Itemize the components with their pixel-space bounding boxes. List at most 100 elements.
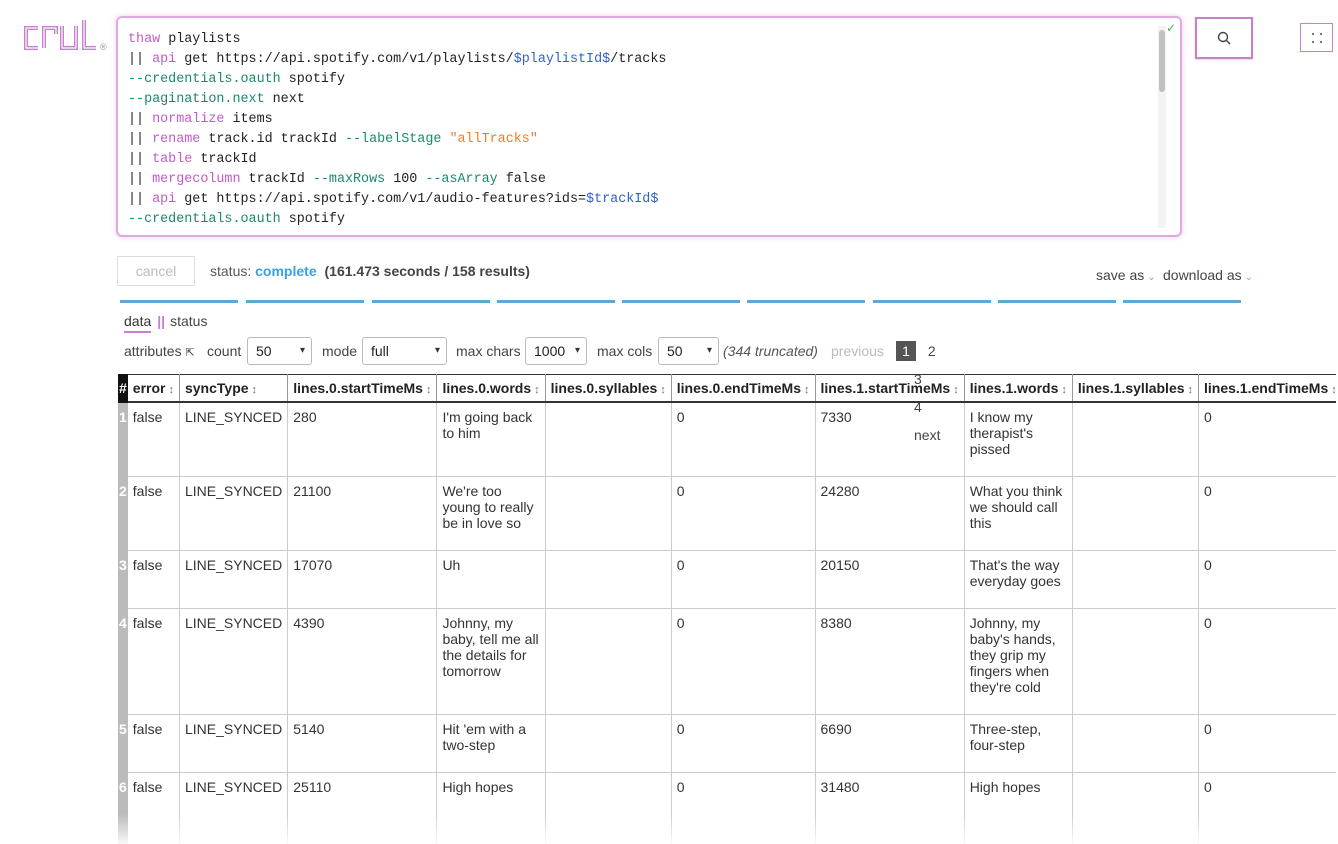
code-token: next — [264, 92, 305, 107]
layout-toggle-button[interactable] — [1300, 23, 1333, 52]
stage-segment — [246, 300, 364, 303]
table-cell: 0 — [1198, 401, 1336, 477]
sort-icon[interactable]: ↕ — [168, 384, 174, 396]
page-link-active[interactable]: 1 — [896, 341, 916, 361]
crul-logo: ® — [22, 18, 112, 58]
column-header[interactable]: lines.0.syllables ↕ — [544, 374, 672, 403]
column-header[interactable]: lines.0.words ↕ — [436, 374, 546, 403]
max-cols-select[interactable]: 50 ▾ — [658, 337, 719, 365]
table-cell: Johnny, my baby's hands, they grip my fi… — [963, 607, 1073, 715]
save-as-label: save as — [1096, 267, 1145, 283]
attributes-toggle[interactable]: attributes ⇱ — [124, 337, 195, 365]
count-select[interactable]: 50 ▾ — [247, 337, 312, 365]
tab-status[interactable]: status — [170, 313, 207, 329]
table-cell: We're too young to really be in love so — [436, 475, 546, 551]
max-cols-value: 50 — [667, 343, 683, 359]
stage-segment — [497, 300, 615, 303]
code-token: thaw — [128, 32, 161, 47]
run-search-button[interactable] — [1195, 17, 1253, 59]
table-cell: false — [126, 549, 180, 609]
query-editor[interactable]: thaw playlists || api get https://api.spo… — [116, 16, 1182, 237]
tab-data[interactable]: data — [124, 313, 152, 333]
sort-icon[interactable]: ↕ — [804, 384, 810, 396]
max-chars-label: max chars — [456, 343, 521, 359]
table-cell: 0 — [670, 607, 816, 715]
previous-page-link[interactable]: previous — [831, 337, 884, 365]
code-token: --labelStage — [344, 132, 442, 147]
column-header[interactable]: lines.0.startTimeMs ↕ — [287, 374, 438, 403]
table-row[interactable]: 4 false LINE_SYNCED 4390 Johnny, my baby, te… — [118, 607, 1336, 715]
max-chars-value: 1000 — [534, 343, 566, 359]
code-line[interactable]: --credentials.oauth spotify — [128, 70, 666, 90]
table-cell: High hopes — [436, 771, 546, 844]
table-cell: LINE_SYNCED — [178, 475, 289, 551]
status-line: status: complete (161.473 seconds / 158 … — [210, 263, 530, 279]
column-header[interactable]: lines.1.syllables ↕ — [1071, 374, 1200, 403]
mode-select[interactable]: full ▾ — [362, 337, 447, 365]
sort-icon[interactable]: ↕ — [953, 384, 959, 396]
row-index: 1 — [118, 401, 128, 477]
column-header[interactable]: lines.1.words ↕ — [963, 374, 1073, 403]
code-token: api — [152, 52, 177, 67]
table-row[interactable]: 1 false LINE_SYNCED 280 I'm going back to hi… — [118, 401, 1336, 477]
save-as-dropdown[interactable]: save as ⌄ — [1096, 267, 1156, 283]
table-cell: 0 — [1198, 771, 1336, 844]
table-cell: 5140 — [287, 713, 438, 773]
table-cell: false — [126, 475, 180, 551]
code-token: spotify — [280, 72, 345, 87]
sort-icon[interactable]: ↕ — [1061, 384, 1067, 396]
sort-icon[interactable]: ↕ — [1188, 384, 1194, 396]
sort-icon[interactable]: ↕ — [252, 384, 258, 396]
code-token: api — [152, 192, 177, 207]
code-line[interactable]: || normalize items — [128, 110, 666, 130]
table-cell — [1071, 607, 1200, 715]
code-line[interactable]: || table trackId — [128, 150, 666, 170]
code-token: /tracks — [610, 52, 667, 67]
column-header[interactable]: lines.1.endTimeMs↕ — [1198, 374, 1336, 403]
table-cell: false — [126, 713, 180, 773]
max-chars-select[interactable]: 1000 ▾ — [525, 337, 587, 365]
table-row[interactable]: 3 false LINE_SYNCED 17070 Uh 0 20150 That's the… — [118, 549, 1336, 609]
table-row[interactable]: 6 false LINE_SYNCED 25110 High hopes 0 31480 Hi… — [118, 771, 1336, 844]
row-index: 4 — [118, 607, 128, 715]
cancel-button[interactable]: cancel — [117, 256, 195, 286]
chevron-down-icon: ▾ — [434, 345, 440, 356]
column-header[interactable]: error ↕ — [126, 374, 180, 403]
code-line[interactable]: thaw playlists — [128, 30, 666, 50]
table-cell: I'm going back to him — [436, 401, 546, 477]
code-line[interactable]: --credentials.oauth spotify — [128, 210, 666, 230]
sort-icon[interactable]: ↕ — [426, 384, 432, 396]
table-cell — [544, 475, 672, 551]
results-table-container[interactable]: # error ↕ syncType ↕ lines.0.startTimeMs ↕ line… — [118, 374, 1336, 844]
code-token: playlists — [160, 32, 241, 47]
code-line[interactable]: --pagination.next next — [128, 90, 666, 110]
sort-icon[interactable]: ↕ — [1331, 384, 1336, 396]
table-row[interactable]: 2 false LINE_SYNCED 21100 We're too young to… — [118, 475, 1336, 551]
code-line[interactable]: || rename track.id trackId --labelStage … — [128, 130, 666, 150]
page-link[interactable]: 2 — [928, 343, 936, 359]
sort-icon[interactable]: ↕ — [660, 384, 666, 396]
column-header-label: lines.1.endTimeMs — [1204, 380, 1329, 396]
column-header-label: lines.0.endTimeMs — [676, 380, 801, 396]
column-header[interactable]: lines.1.startTimeMs ↕ — [814, 374, 965, 403]
result-tabs: data || status — [124, 313, 207, 333]
download-as-dropdown[interactable]: download as ⌄ — [1163, 267, 1253, 283]
code-line[interactable]: || api get https://api.spotify.com/v1/au… — [128, 190, 666, 210]
query-code[interactable]: thaw playlists || api get https://api.spo… — [128, 30, 666, 230]
column-header[interactable]: syncType ↕ — [178, 374, 289, 403]
table-cell: false — [126, 401, 180, 477]
table-cell: 0 — [670, 475, 816, 551]
code-token: --credentials.oauth — [128, 212, 281, 227]
code-line[interactable]: || mergecolumn trackId --maxRows 100 --a… — [128, 170, 666, 190]
chevron-down-icon: ▾ — [299, 345, 305, 356]
index-column-header: # — [118, 374, 128, 403]
column-header-label: lines.0.startTimeMs — [293, 380, 423, 396]
stage-segment — [747, 300, 865, 303]
sort-icon[interactable]: ↕ — [534, 384, 540, 396]
table-row[interactable]: 5 false LINE_SYNCED 5140 Hit 'em with a two-… — [118, 713, 1336, 773]
code-line[interactable]: || api get https://api.spotify.com/v1/pl… — [128, 50, 666, 70]
editor-scrollbar-thumb[interactable] — [1159, 30, 1165, 92]
table-cell: 17070 — [287, 549, 438, 609]
table-cell: LINE_SYNCED — [178, 607, 289, 715]
column-header[interactable]: lines.0.endTimeMs ↕ — [670, 374, 816, 403]
